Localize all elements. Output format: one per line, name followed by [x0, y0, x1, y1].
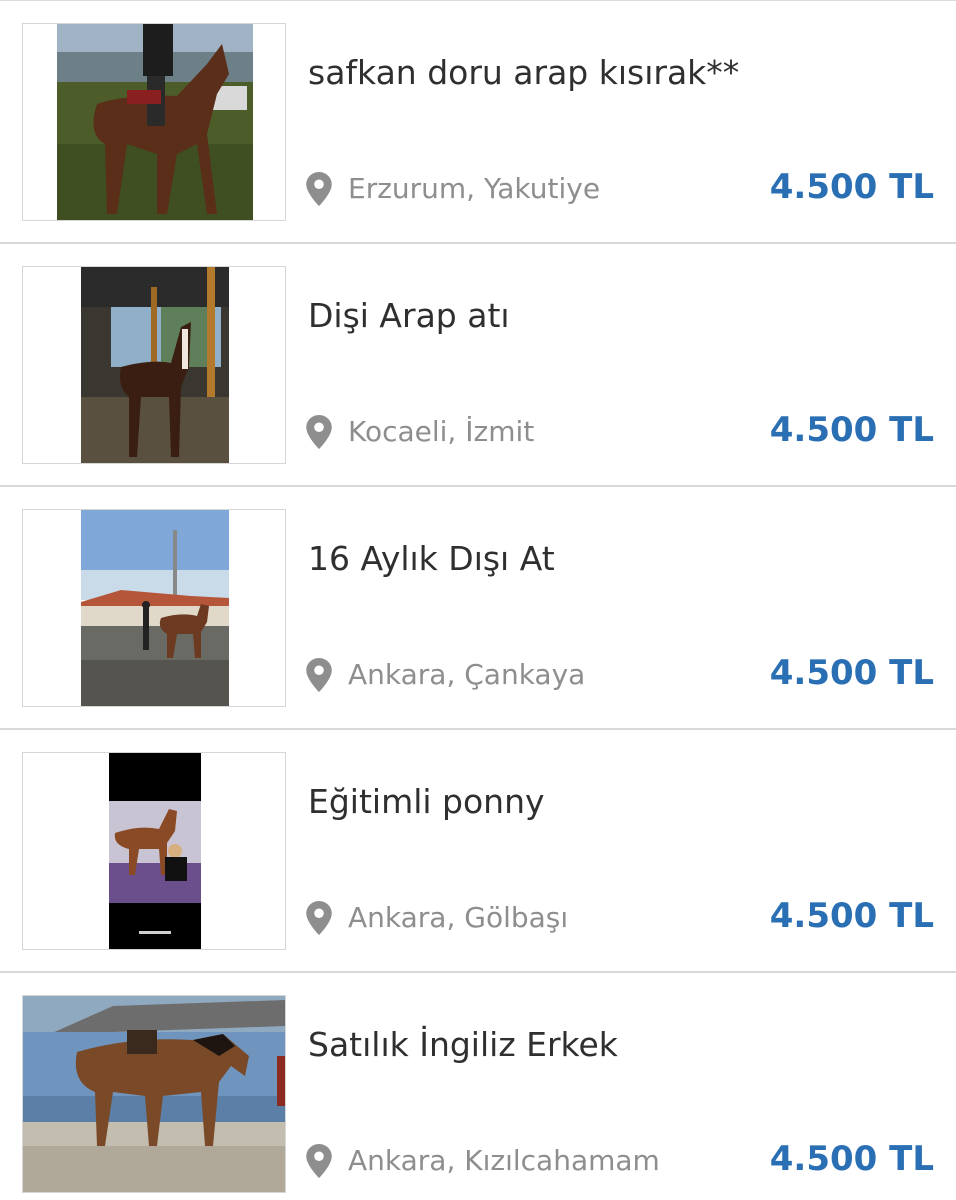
horse-photo [23, 996, 285, 1192]
horse-photo [81, 267, 229, 463]
listing-row[interactable]: safkan doru arap kısırak** Erzurum, Yaku… [0, 1, 956, 244]
listing-title[interactable]: 16 Aylık Dışı At [308, 537, 555, 581]
listing-price: 4.500 TL [769, 1139, 934, 1179]
listing-list: safkan doru arap kısırak** Erzurum, Yaku… [0, 0, 956, 1200]
listing-location: Ankara, Gölbaşı [306, 898, 568, 938]
listing-row[interactable]: Dişi Arap atı Kocaeli, İzmit 4.500 TL [0, 244, 956, 487]
listing-row[interactable]: Satılık İngiliz Erkek Ankara, Kızılcaham… [0, 973, 956, 1200]
location-pin-icon [306, 172, 332, 206]
location-pin-icon [306, 415, 332, 449]
location-pin-icon [306, 658, 332, 692]
horse-photo [81, 510, 229, 706]
listing-title[interactable]: Eğitimli ponny [308, 780, 545, 824]
listing-thumbnail[interactable] [22, 995, 286, 1193]
horse-photo [109, 753, 201, 949]
listing-price: 4.500 TL [769, 896, 934, 936]
listing-price: 4.500 TL [769, 410, 934, 450]
listing-title[interactable]: Satılık İngiliz Erkek [308, 1023, 618, 1067]
listing-thumbnail[interactable] [22, 23, 286, 221]
listing-location-text: Ankara, Kızılcahamam [348, 1144, 660, 1177]
listing-title[interactable]: Dişi Arap atı [308, 294, 510, 338]
listing-location: Ankara, Kızılcahamam [306, 1141, 660, 1181]
listing-row[interactable]: 16 Aylık Dışı At Ankara, Çankaya 4.500 T… [0, 487, 956, 730]
listing-location-text: Ankara, Gölbaşı [348, 901, 569, 934]
listing-price: 4.500 TL [769, 653, 934, 693]
listing-thumbnail[interactable] [22, 752, 286, 950]
listing-location-text: Kocaeli, İzmit [348, 415, 535, 448]
listing-title[interactable]: safkan doru arap kısırak** [308, 51, 739, 95]
listing-thumbnail[interactable] [22, 509, 286, 707]
location-pin-icon [306, 901, 332, 935]
listing-location-text: Erzurum, Yakutiye [348, 172, 601, 205]
listing-location: Ankara, Çankaya [306, 655, 585, 695]
listing-row[interactable]: Eğitimli ponny Ankara, Gölbaşı 4.500 TL [0, 730, 956, 973]
listing-location-text: Ankara, Çankaya [348, 658, 586, 691]
horse-photo [57, 24, 253, 220]
listing-location: Erzurum, Yakutiye [306, 169, 600, 209]
listing-location: Kocaeli, İzmit [306, 412, 534, 452]
listing-price: 4.500 TL [769, 167, 934, 207]
location-pin-icon [306, 1144, 332, 1178]
listing-thumbnail[interactable] [22, 266, 286, 464]
